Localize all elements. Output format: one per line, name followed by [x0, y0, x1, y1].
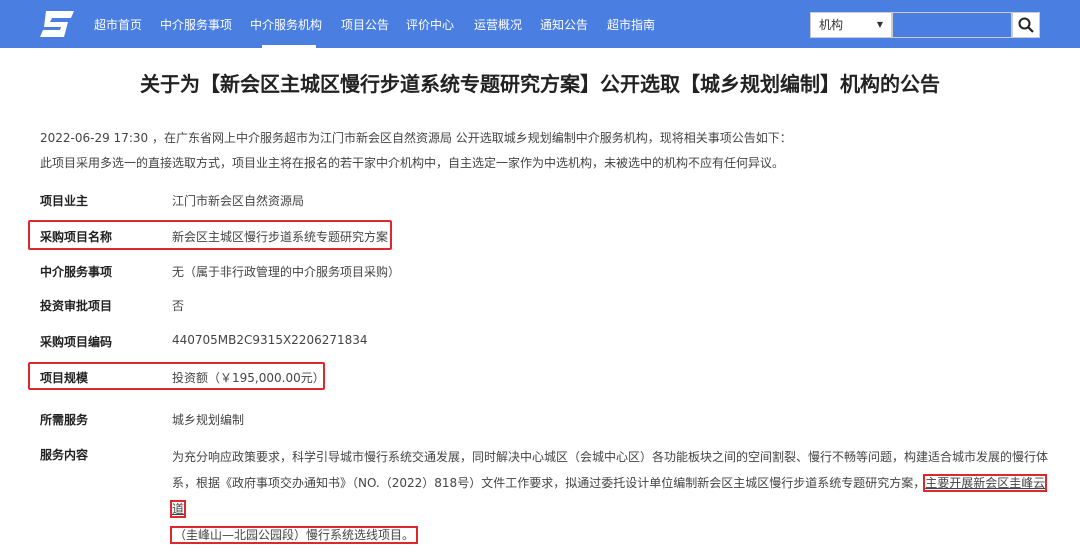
row-value: 440705MB2C9315X2206271834 — [172, 333, 368, 347]
nav-announcements[interactable]: 项目公告 — [341, 16, 389, 33]
row-label: 中介服务事项 — [40, 265, 113, 279]
page-title: 关于为【新会区主城区慢行步道系统专题研究方案】公开选取【城乡规划编制】机构的公告 — [140, 72, 940, 96]
chevron-down-icon: ▼ — [876, 20, 883, 29]
nav-agencies[interactable]: 中介服务机构 — [250, 16, 322, 33]
nav-service-items[interactable]: 中介服务事项 — [160, 16, 232, 33]
row-value: 否 — [172, 299, 185, 313]
search-type-select[interactable]: 机构 ▼ — [810, 12, 892, 38]
row-label: 所需服务 — [40, 413, 89, 427]
nav-notices[interactable]: 通知公告 — [540, 16, 588, 33]
top-nav: 超市首页 中介服务事项 中介服务机构 项目公告 评价中心 运营概况 通知公告 超… — [0, 0, 1080, 48]
row-value: 城乡规划编制 — [172, 413, 245, 427]
intro-line: 此项目采用多选一的直接选取方式，项目业主将在报名的若干家中介机构中，自主选定一家… — [40, 156, 785, 170]
row-label: 服务内容 — [40, 448, 89, 462]
nav-guide[interactable]: 超市指南 — [607, 16, 655, 33]
highlight-box — [28, 362, 325, 390]
nav-evaluation[interactable]: 评价中心 — [406, 16, 454, 33]
intro-line: 2022-06-29 17:30 ，在广东省网上中介服务超市为江门市新会区自然资… — [40, 131, 792, 145]
row-label: 投资审批项目 — [40, 299, 113, 313]
logo-icon[interactable] — [38, 9, 76, 39]
row-value: 江门市新会区自然资源局 — [172, 194, 305, 208]
search-type-value: 机构 — [819, 18, 844, 32]
search-input[interactable] — [892, 12, 1012, 38]
search-button[interactable] — [1012, 12, 1040, 38]
row-label: 项目业主 — [40, 194, 89, 208]
content-text: 为充分响应政策要求，科学引导城市慢行系统交通发展，同时解决中心城区（会城中心区）… — [172, 450, 1049, 490]
row-label: 采购项目编码 — [40, 335, 113, 349]
search-icon — [1018, 17, 1034, 33]
nav-operations[interactable]: 运营概况 — [474, 16, 522, 33]
content-highlight: （圭峰山—北园公园段）慢行系统选线项目。 — [169, 526, 419, 544]
highlight-box — [28, 220, 392, 250]
service-content: 为充分响应政策要求，科学引导城市慢行系统交通发展，同时解决中心城区（会城中心区）… — [169, 444, 1052, 548]
nav-home[interactable]: 超市首页 — [94, 16, 142, 33]
active-tab-indicator — [262, 45, 316, 48]
row-value: 无（属于非行政管理的中介服务项目采购） — [172, 265, 401, 279]
